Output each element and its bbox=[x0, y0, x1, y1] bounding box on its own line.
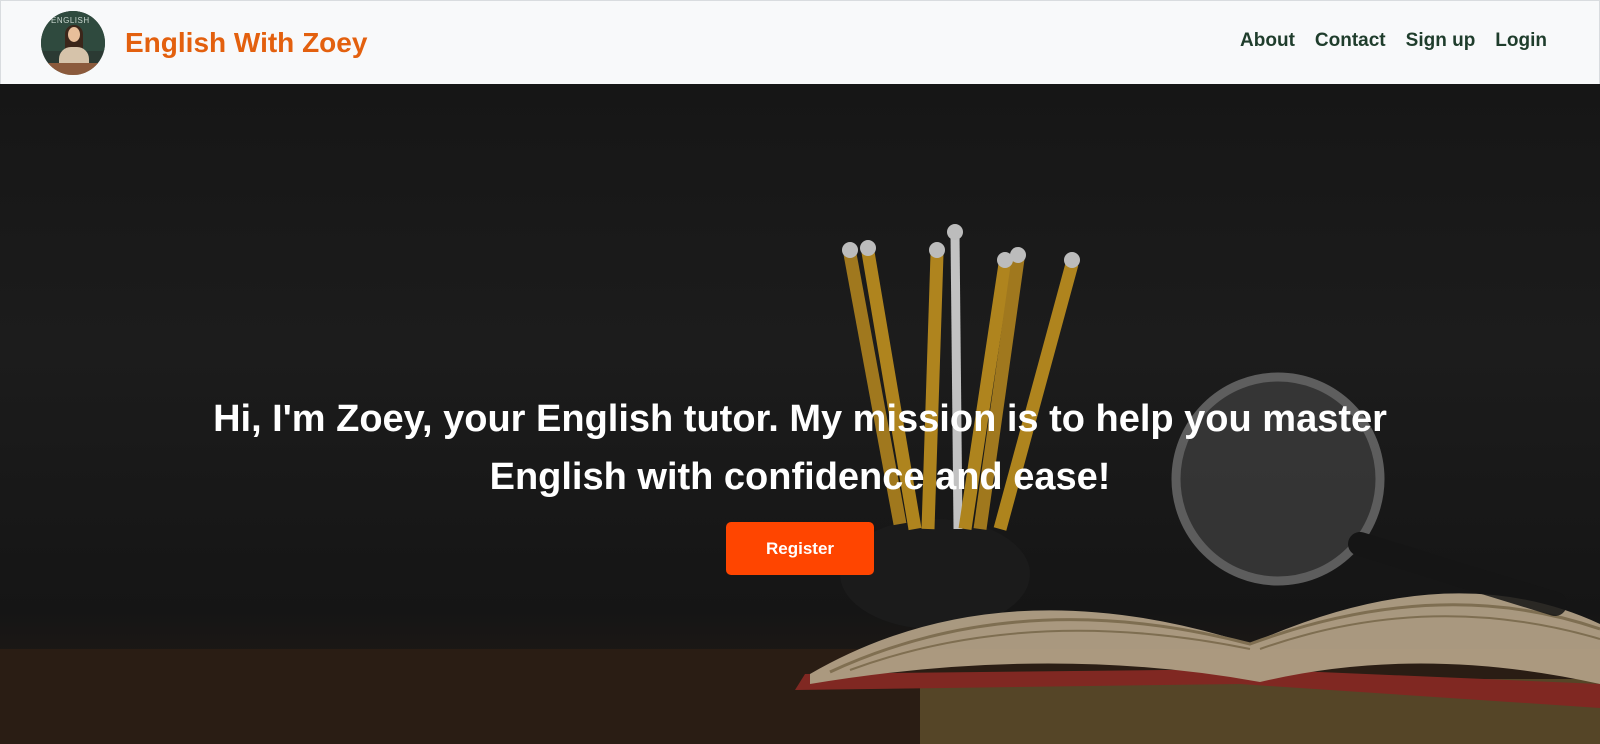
nav-contact-link[interactable]: Contact bbox=[1315, 30, 1386, 52]
nav-signup-link[interactable]: Sign up bbox=[1406, 30, 1476, 52]
avatar: ENGLISH bbox=[41, 11, 105, 75]
navbar: ENGLISH English With Zoey About Contact … bbox=[0, 0, 1600, 84]
nav-about-link[interactable]: About bbox=[1240, 30, 1295, 52]
nav-login-link[interactable]: Login bbox=[1495, 30, 1547, 52]
register-button[interactable]: Register bbox=[726, 522, 874, 575]
hero-content: Hi, I'm Zoey, your English tutor. My mis… bbox=[0, 390, 1600, 575]
brand[interactable]: ENGLISH English With Zoey bbox=[41, 11, 367, 75]
hero-section: Hi, I'm Zoey, your English tutor. My mis… bbox=[0, 84, 1600, 744]
brand-name[interactable]: English With Zoey bbox=[125, 27, 367, 59]
hero-headline: Hi, I'm Zoey, your English tutor. My mis… bbox=[213, 398, 1387, 498]
main-nav: About Contact Sign up Login bbox=[1240, 30, 1547, 52]
avatar-board-text: ENGLISH bbox=[51, 16, 90, 25]
